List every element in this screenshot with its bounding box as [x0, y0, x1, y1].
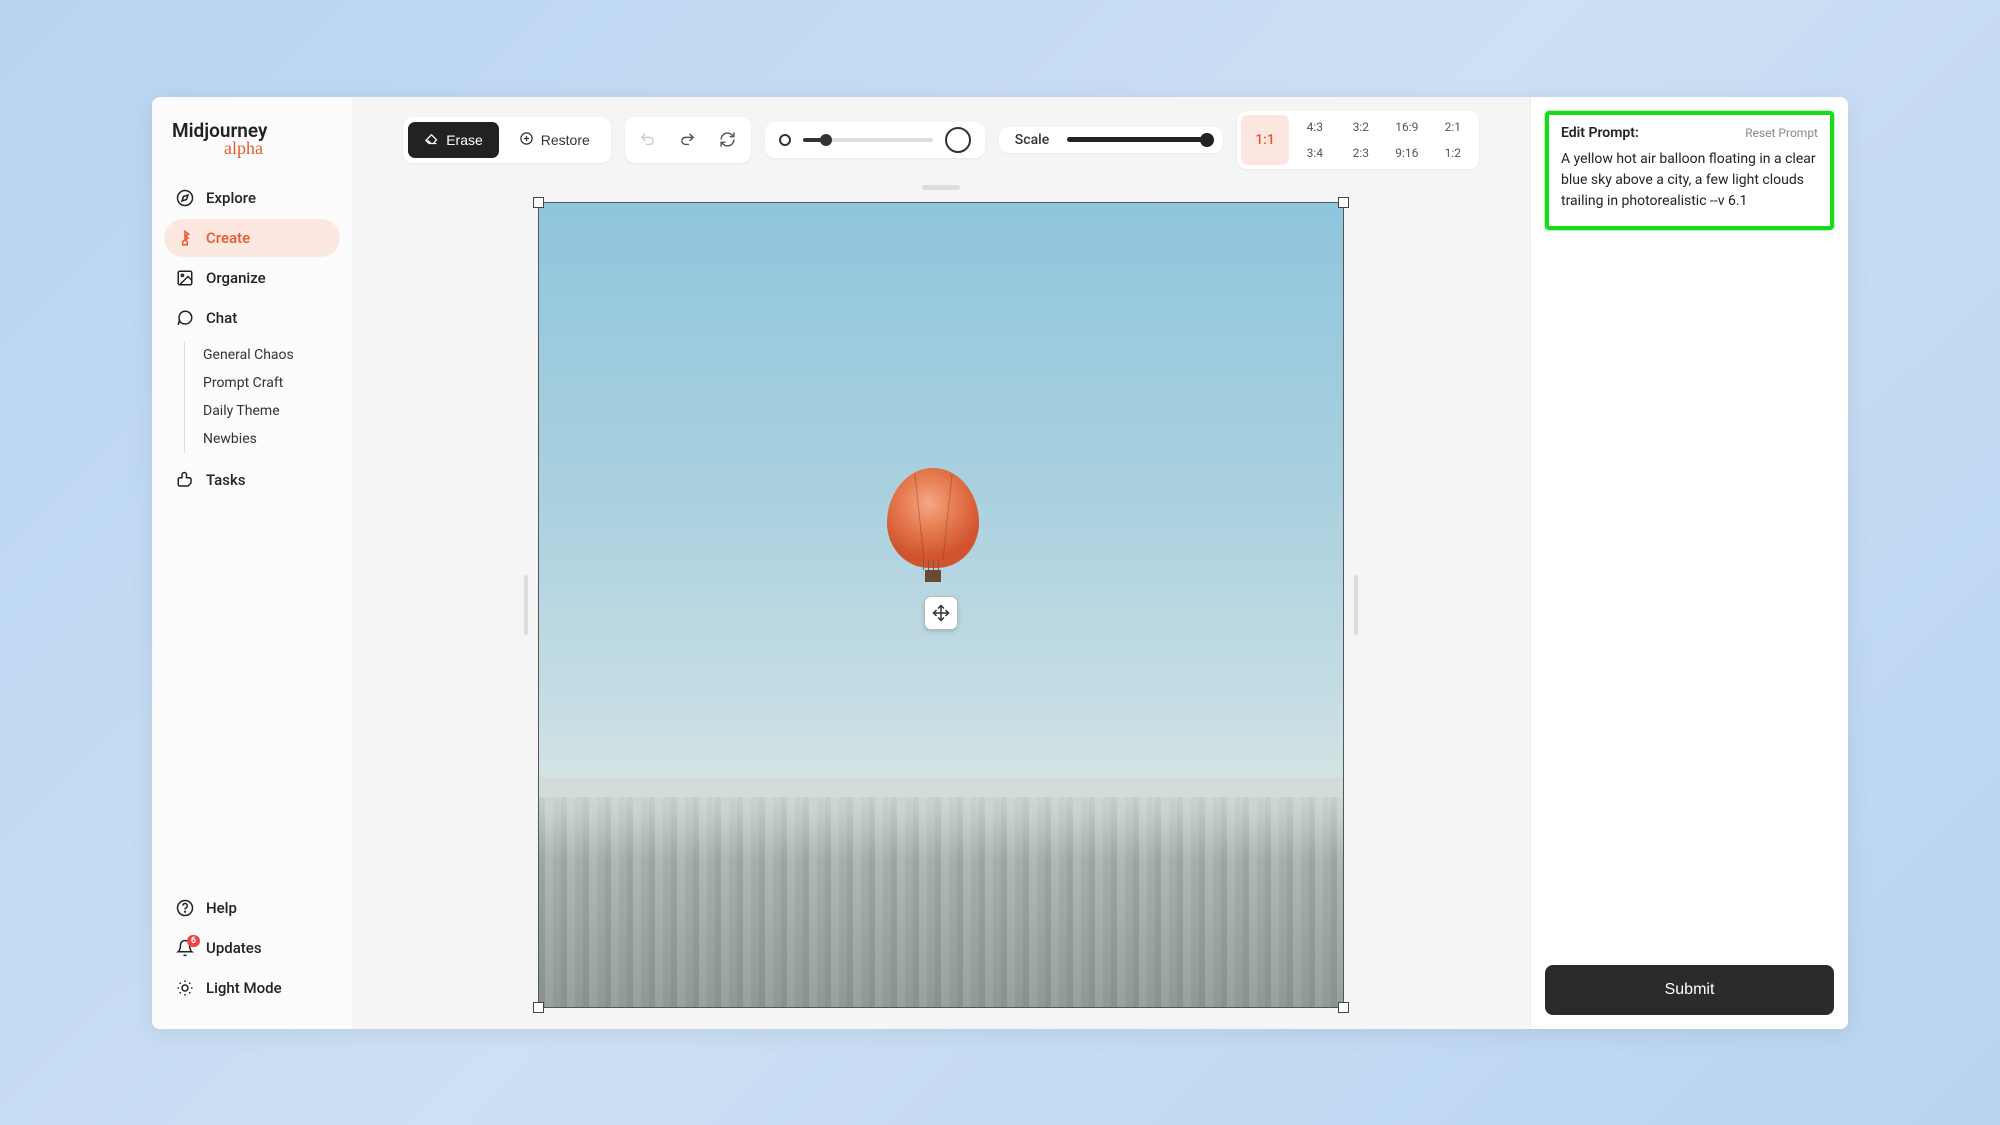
thumbs-up-icon: [176, 471, 194, 489]
chat-room-list: General Chaos Prompt Craft Daily Theme N…: [184, 341, 340, 453]
nav-help[interactable]: Help: [164, 889, 340, 927]
city-skyline: [539, 797, 1343, 1006]
main-area: Erase Restore: [352, 97, 1848, 1029]
mode-group: Erase Restore: [403, 117, 611, 163]
restore-button[interactable]: Restore: [503, 122, 606, 158]
aspect-option[interactable]: 4:3: [1293, 115, 1337, 139]
app-window: Midjourney alpha Explore Create Organize: [152, 97, 1848, 1029]
chat-icon: [176, 309, 194, 327]
nav-organize[interactable]: Organize: [164, 259, 340, 297]
scale-slider[interactable]: [1067, 137, 1207, 142]
right-panel: Edit Prompt: Reset Prompt A yellow hot a…: [1530, 97, 1848, 1029]
erase-button[interactable]: Erase: [408, 122, 499, 158]
brush-size-slider[interactable]: [765, 122, 985, 158]
resize-handle-tr[interactable]: [1338, 197, 1349, 208]
side-handle-right[interactable]: [1354, 575, 1358, 635]
aspect-option[interactable]: 9:16: [1385, 141, 1429, 165]
restore-label: Restore: [541, 132, 590, 148]
nav-explore[interactable]: Explore: [164, 179, 340, 217]
erase-label: Erase: [446, 132, 483, 148]
resize-handle-bl[interactable]: [533, 1002, 544, 1013]
restore-icon: [519, 131, 534, 149]
brush-track[interactable]: [803, 138, 933, 142]
nav-create[interactable]: Create: [164, 219, 340, 257]
nav-label: Light Mode: [206, 979, 282, 997]
eraser-icon: [424, 131, 439, 149]
prompt-editor[interactable]: Edit Prompt: Reset Prompt A yellow hot a…: [1545, 111, 1834, 230]
history-group: [625, 117, 751, 163]
sidebar: Midjourney alpha Explore Create Organize: [152, 97, 352, 1029]
hot-air-balloon: [887, 468, 979, 582]
aspect-option[interactable]: 2:1: [1431, 115, 1475, 139]
nav-label: Explore: [206, 189, 256, 207]
nav-light-mode[interactable]: Light Mode: [164, 969, 340, 1007]
nav-label: Help: [206, 899, 237, 917]
side-handle-left[interactable]: [524, 575, 528, 635]
nav-label: Create: [206, 229, 250, 247]
paintbrush-icon: [176, 229, 194, 247]
aspect-ratio-options: 4:3 3:2 16:9 2:1 3:4 2:3 9:16 1:2: [1293, 115, 1475, 165]
nav-label: Updates: [206, 939, 262, 957]
aspect-option[interactable]: 1:2: [1431, 141, 1475, 165]
logo: Midjourney alpha: [164, 117, 340, 179]
chat-room[interactable]: Newbies: [199, 425, 340, 453]
prompt-title: Edit Prompt:: [1561, 125, 1639, 141]
reset-prompt-link[interactable]: Reset Prompt: [1745, 126, 1818, 140]
nav-label: Tasks: [206, 471, 246, 489]
aspect-option[interactable]: 2:3: [1339, 141, 1383, 165]
resize-handle-br[interactable]: [1338, 1002, 1349, 1013]
nav-tasks[interactable]: Tasks: [164, 461, 340, 499]
sun-icon: [176, 979, 194, 997]
help-icon: [176, 899, 194, 917]
drag-handle-top[interactable]: [922, 185, 960, 190]
logo-alpha: alpha: [224, 138, 332, 159]
undo-button[interactable]: [630, 122, 666, 158]
aspect-ratio-active[interactable]: 1:1: [1241, 115, 1289, 165]
aspect-option[interactable]: 3:2: [1339, 115, 1383, 139]
canvas[interactable]: [538, 202, 1344, 1008]
bell-icon: 6: [176, 939, 194, 957]
nav-chat[interactable]: Chat: [164, 299, 340, 337]
chat-room[interactable]: Daily Theme: [199, 397, 340, 425]
chat-room[interactable]: Prompt Craft: [199, 369, 340, 397]
image-icon: [176, 269, 194, 287]
nav-updates[interactable]: 6 Updates: [164, 929, 340, 967]
move-handle[interactable]: [924, 596, 958, 630]
redo-button[interactable]: [670, 122, 706, 158]
chat-room[interactable]: General Chaos: [199, 341, 340, 369]
brush-small-icon: [779, 134, 791, 146]
prompt-text[interactable]: A yellow hot air balloon floating in a c…: [1561, 149, 1818, 212]
toolbar: Erase Restore: [403, 97, 1479, 179]
aspect-ratio-group: 1:1 4:3 3:2 16:9 2:1 3:4 2:3 9:16 1:2: [1237, 111, 1479, 169]
aspect-option[interactable]: 16:9: [1385, 115, 1429, 139]
resize-handle-tl[interactable]: [533, 197, 544, 208]
updates-badge: 6: [187, 935, 200, 948]
brush-large-icon: [945, 127, 971, 153]
aspect-option[interactable]: 3:4: [1293, 141, 1337, 165]
canvas-area: Erase Restore: [352, 97, 1530, 1029]
move-icon: [932, 604, 950, 622]
nav-label: Chat: [206, 309, 237, 327]
submit-button[interactable]: Submit: [1545, 965, 1834, 1015]
nav-label: Organize: [206, 269, 266, 287]
compass-icon: [176, 189, 194, 207]
scale-label: Scale: [1015, 132, 1049, 148]
scale-slider-group: Scale: [999, 127, 1223, 153]
reset-button[interactable]: [710, 122, 746, 158]
